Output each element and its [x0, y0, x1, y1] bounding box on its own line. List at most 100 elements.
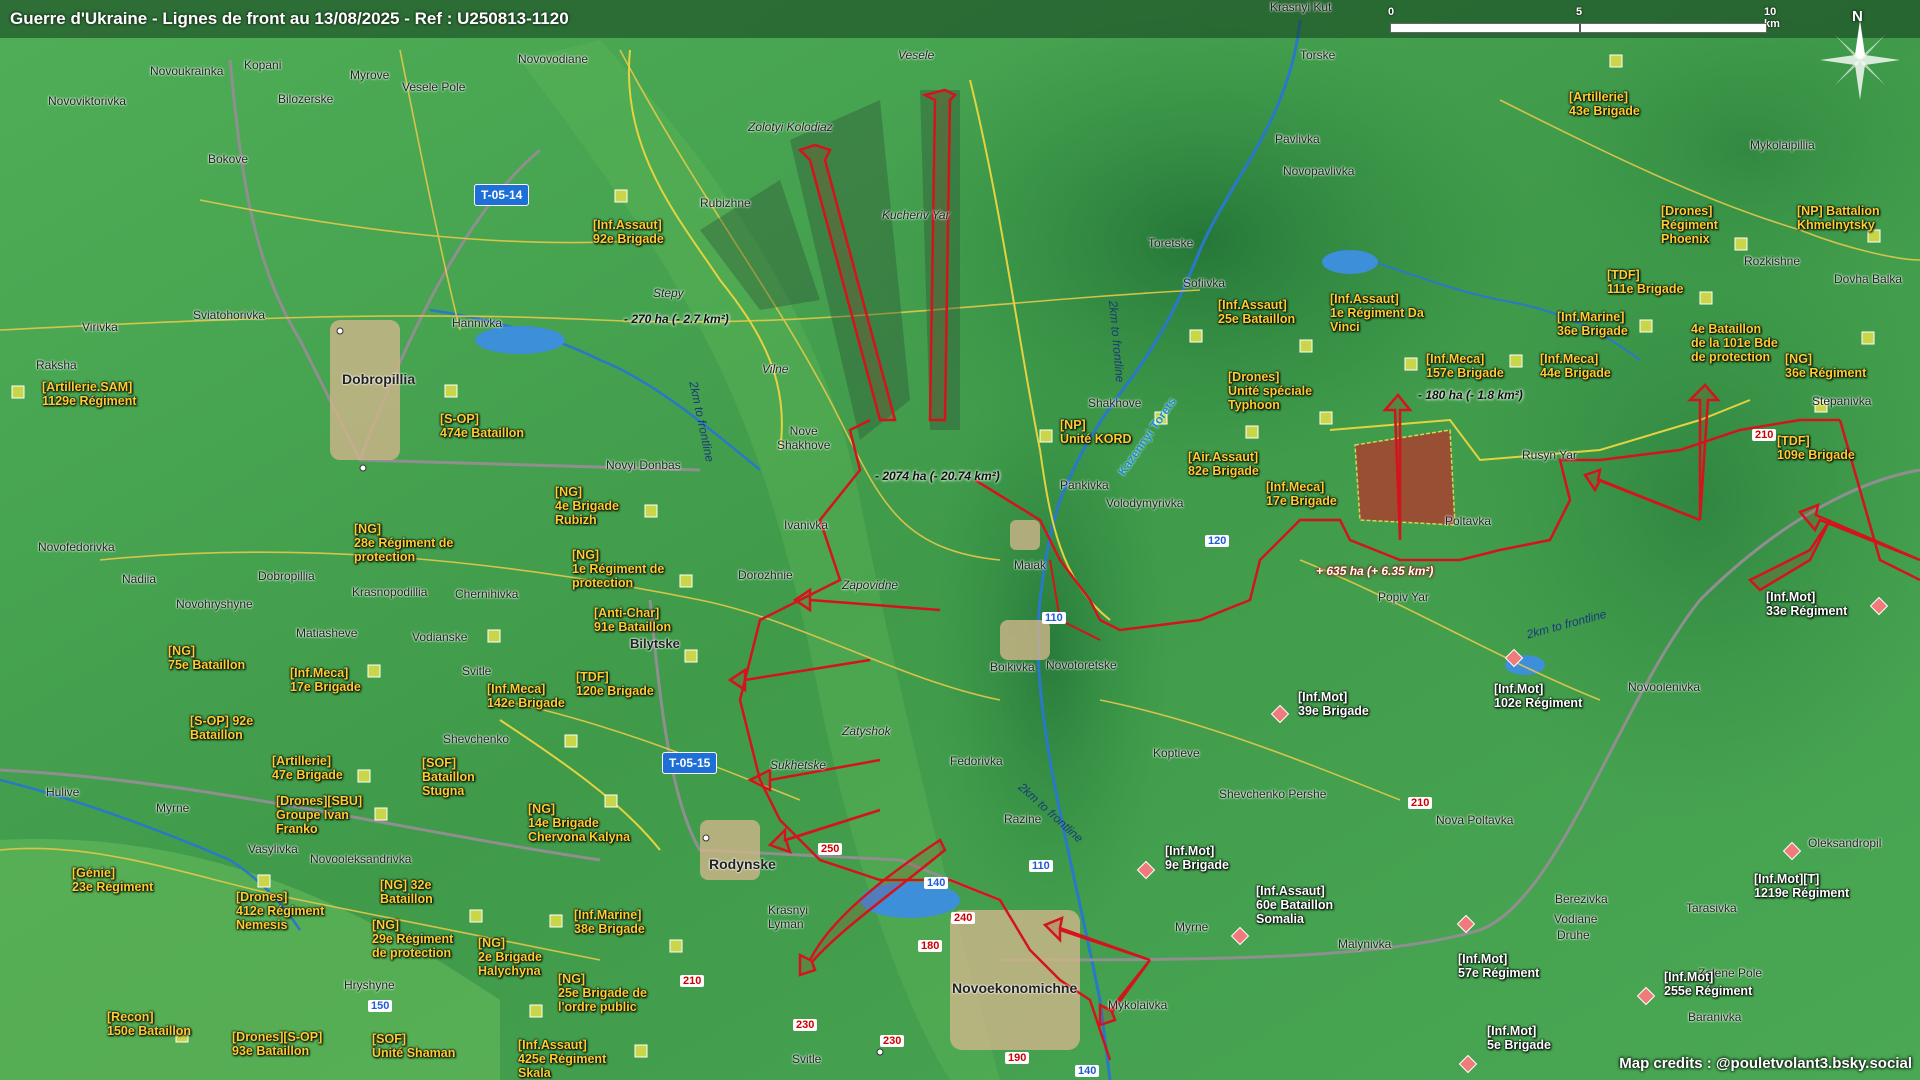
- unit-label-ukr[interactable]: [Artillerie] 43e Brigade: [1569, 90, 1640, 118]
- unit-label-ukr[interactable]: [Inf.Meca] 17e Brigade: [1266, 480, 1337, 508]
- unit-label-ukr[interactable]: [TDF] 120e Brigade: [576, 670, 654, 698]
- unit-label-ukr[interactable]: [S-OP] 92e Bataillon: [190, 714, 253, 742]
- place-label: Svitle: [462, 664, 492, 678]
- place-label: Nove Shakhove: [777, 424, 831, 452]
- unit-label-ukr[interactable]: [Drones] 412e Régiment Nemesis: [236, 890, 324, 932]
- place-label: Poltavka: [1445, 514, 1492, 528]
- unit-label-ukr[interactable]: [Inf.Assaut] 1e Régiment Da Vinci: [1330, 292, 1424, 334]
- unit-label-ukr[interactable]: [NG] 25e Brigade de l'ordre public: [558, 972, 647, 1014]
- unit-label-ukr[interactable]: [Drones][S-OP] 93e Bataillon: [232, 1030, 322, 1058]
- unit-label-ukr[interactable]: [SOF] Bataillon Stugna: [422, 756, 475, 798]
- unit-label-ukr[interactable]: [Inf.Assaut] 92e Brigade: [593, 218, 664, 246]
- unit-label-ukr[interactable]: [Génie] 23e Régiment: [72, 866, 153, 894]
- map-credits[interactable]: Map credits : @pouletvolant3.bsky.social: [1619, 1055, 1912, 1072]
- place-label: Koptieve: [1153, 746, 1200, 760]
- unit-label-ukr[interactable]: [Inf.Meca] 17e Brigade: [290, 666, 361, 694]
- place-label-town: Bilytske: [630, 636, 680, 651]
- place-label: Shevchenko: [443, 732, 510, 746]
- unit-label-ukr[interactable]: [Artillerie] 47e Brigade: [272, 754, 343, 782]
- place-label: Raksha: [36, 358, 77, 372]
- place-label: Novooleksandrivka: [310, 852, 412, 866]
- road-number: 150: [368, 1000, 393, 1012]
- place-label: Hryshyne: [344, 978, 395, 992]
- place-label: Myrove: [350, 68, 390, 82]
- unit-label-ukr[interactable]: [Drones] Unité spéciale Typhoon: [1228, 370, 1312, 412]
- gain-area: [1354, 429, 1456, 526]
- unit-label-ukr[interactable]: [NG] 2e Brigade Halychyna: [478, 936, 542, 978]
- place-label: Dobropillia: [258, 569, 315, 583]
- lake: [1322, 250, 1378, 274]
- unit-label-ukr[interactable]: [SOF] Unité Shaman: [372, 1032, 455, 1060]
- scale-label-5: 5: [1576, 6, 1583, 18]
- road-number: 240: [951, 912, 976, 924]
- unit-label-ukr[interactable]: [Recon] 150e Bataillon: [107, 1010, 191, 1038]
- unit-label-ukr[interactable]: [TDF] 109e Brigade: [1777, 434, 1855, 462]
- unit-label-ukr[interactable]: [Inf.Marine] 38e Brigade: [574, 908, 645, 936]
- place-label: Vesele Pole: [402, 80, 466, 94]
- unit-label-ukr[interactable]: [TDF] 111e Brigade: [1607, 268, 1683, 296]
- place-label: Novoviktorivka: [48, 94, 127, 108]
- place-label: Novoukrainka: [150, 64, 224, 78]
- place-label: Kopani: [244, 58, 282, 72]
- unit-label-ukr[interactable]: [Inf.Meca] 157e Brigade: [1426, 352, 1504, 380]
- unit-label-ru[interactable]: [Inf.Mot] 9e Brigade: [1165, 844, 1229, 872]
- unit-label-ukr[interactable]: [Inf.Marine] 36e Brigade: [1557, 310, 1628, 338]
- place-label: Novoolenivka: [1628, 680, 1701, 694]
- unit-label-ukr[interactable]: [Drones][SBU] Groupe Ivan Franko: [276, 794, 362, 836]
- scale-label-0: 0: [1388, 6, 1395, 18]
- unit-label-ru[interactable]: [Inf.Mot] 33e Régiment: [1766, 590, 1847, 618]
- unit-label-ukr[interactable]: [NG] 75e Bataillon: [168, 644, 245, 672]
- unit-label-ukr[interactable]: [NP] Battalion Khmelnytsky: [1797, 204, 1880, 232]
- road-number: 120: [1205, 535, 1230, 547]
- unit-label-ukr[interactable]: [Air.Assaut] 82e Brigade: [1188, 450, 1259, 478]
- place-label: Malynivka: [1338, 937, 1392, 951]
- place-label: Matiasheve: [296, 626, 358, 640]
- area-change-label: - 2074 ha (- 20.74 km²): [875, 469, 1000, 483]
- place-label: Krasnyi Kut: [1270, 0, 1332, 14]
- map-title: Guerre d'Ukraine - Lignes de front au 13…: [10, 9, 569, 28]
- unit-label-ukr[interactable]: [NG] 36e Régiment: [1785, 352, 1866, 380]
- place-label: Kucheriv Yar: [882, 208, 950, 222]
- unit-label-ukr[interactable]: [S-OP] 474e Bataillon: [440, 412, 524, 440]
- place-label: Boikivka: [990, 660, 1035, 674]
- place-label: Pavlivka: [1275, 132, 1320, 146]
- unit-label-ukr[interactable]: 4e Bataillon de la 101e Bde de protectio…: [1691, 322, 1778, 364]
- unit-label-ru[interactable]: [Inf.Mot] 39e Brigade: [1298, 690, 1369, 718]
- unit-label-ukr[interactable]: [Artillerie.SAM] 1129e Régiment: [42, 380, 137, 408]
- unit-label-ukr[interactable]: [NG] 1e Régiment de protection: [572, 548, 664, 590]
- unit-label-ru[interactable]: [Inf.Mot] 102e Régiment: [1494, 682, 1582, 710]
- place-label: Myrne: [1175, 920, 1209, 934]
- unit-label-ru[interactable]: [Inf.Assaut] 60e Bataillon Somalia: [1256, 884, 1333, 926]
- unit-label-ukr[interactable]: [Inf.Meca] 44e Brigade: [1540, 352, 1611, 380]
- unit-label-ukr[interactable]: [Inf.Assaut] 425e Régiment Skala: [518, 1038, 606, 1080]
- place-label: Toretske: [1148, 236, 1194, 250]
- place-label: Svitle: [792, 1052, 822, 1066]
- unit-label-ukr[interactable]: [Drones] Régiment Phoenix: [1661, 204, 1718, 246]
- road-badge-t0515: T-05-15: [662, 752, 718, 774]
- unit-label-ukr[interactable]: [NG] 28e Régiment de protection: [354, 522, 453, 564]
- place-label: Hannivka: [452, 316, 503, 330]
- place-label: Novohryshyne: [176, 597, 253, 611]
- unit-label-ukr[interactable]: [Inf.Assaut] 25e Bataillon: [1218, 298, 1295, 326]
- unit-label-ru[interactable]: [Inf.Mot] 255e Régiment: [1664, 970, 1752, 998]
- road-badge-t0514: T-05-14: [474, 184, 530, 206]
- unit-label-ukr[interactable]: [Inf.Meca] 142e Brigade: [487, 682, 565, 710]
- place-label: Zapovidne: [842, 578, 899, 592]
- place-label: Bilozerske: [278, 92, 334, 106]
- unit-label-ukr[interactable]: [NG] 14e Brigade Chervona Kalyna: [528, 802, 630, 844]
- place-label: Novofedorivka: [38, 540, 115, 554]
- place-label: Vesele: [898, 48, 935, 62]
- place-label: Shevchenko Pershe: [1219, 787, 1327, 801]
- unit-label-ukr[interactable]: [Anti-Char] 91e Bataillon: [594, 606, 671, 634]
- unit-label-ru[interactable]: [Inf.Mot] 5e Brigade: [1487, 1024, 1551, 1052]
- place-label: Krasnopodillia: [352, 585, 428, 599]
- unit-label-ru[interactable]: [Inf.Mot][T] 1219e Régiment: [1754, 872, 1849, 900]
- place-label: Stepy: [653, 286, 684, 300]
- map-stage: Guerre d'Ukraine - Lignes de front au 13…: [0, 0, 1920, 1080]
- unit-label-ukr[interactable]: [NG] 32e Bataillon: [380, 878, 433, 906]
- unit-label-ru[interactable]: [Inf.Mot] 57e Régiment: [1458, 952, 1539, 980]
- unit-label-ukr[interactable]: [NP] Unité KORD: [1060, 418, 1132, 446]
- unit-label-ukr[interactable]: [NG] 4e Brigade Rubizh: [555, 485, 619, 527]
- unit-label-ukr[interactable]: [NG] 29e Régiment de protection: [372, 918, 453, 960]
- place-label: Dovha Balka: [1834, 272, 1903, 286]
